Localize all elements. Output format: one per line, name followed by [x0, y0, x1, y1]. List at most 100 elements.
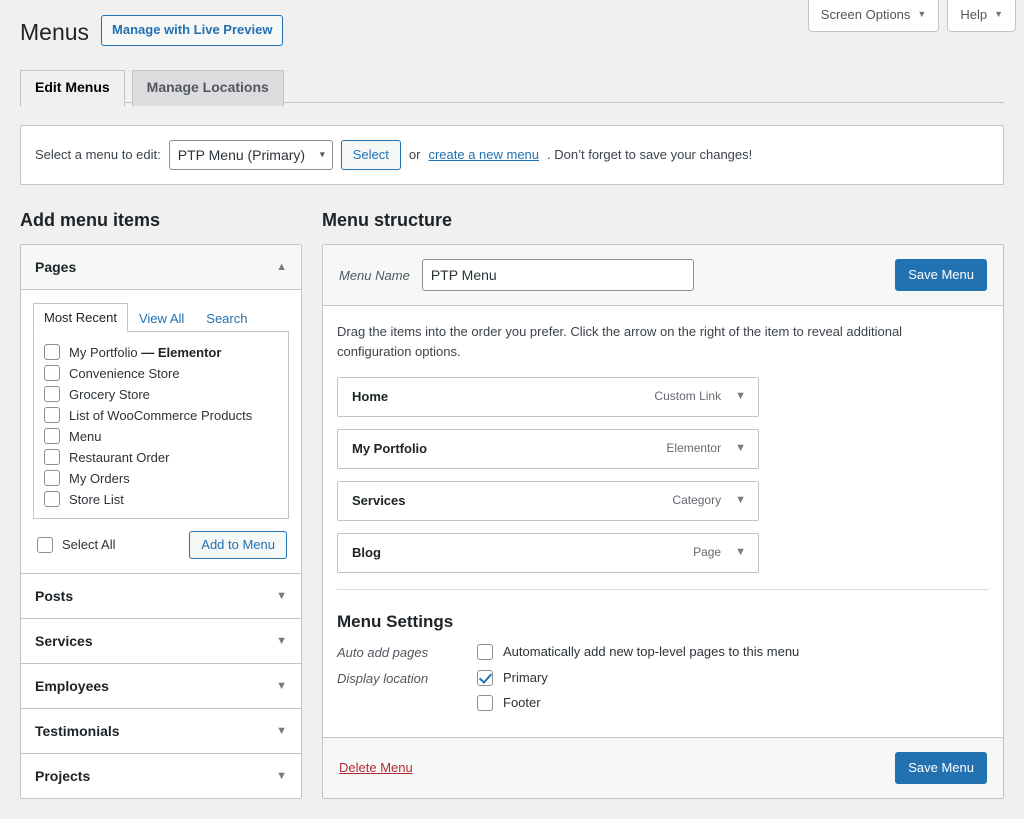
auto-add-pages-label: Auto add pages	[337, 644, 429, 660]
chevron-down-icon[interactable]: ▼	[276, 680, 287, 692]
list-item[interactable]: Menu	[42, 426, 280, 447]
menu-items-list: Home Custom Link ▼ My Portfolio Elemento…	[337, 376, 989, 573]
services-panel: Services ▼	[21, 619, 301, 665]
create-a-new-menu-link[interactable]: create a new menu	[428, 147, 539, 162]
chevron-down-icon[interactable]: ▼	[735, 546, 746, 558]
chevron-down-icon[interactable]: ▼	[735, 390, 746, 402]
pages-panel-header[interactable]: Pages ▲	[21, 245, 301, 291]
menu-item-title: Blog	[352, 544, 381, 560]
posts-panel-title: Posts	[35, 588, 74, 605]
testimonials-panel: Testimonials ▼	[21, 709, 301, 755]
page-label: Convenience Store	[69, 365, 180, 381]
menu-name-label: Menu Name	[339, 267, 410, 283]
services-panel-header[interactable]: Services ▼	[21, 619, 301, 663]
checkbox-icon[interactable]	[44, 386, 60, 403]
menu-structure-panel: Menu Name Save Menu Drag the items into …	[322, 244, 1004, 799]
checkbox-icon[interactable]	[44, 491, 60, 508]
checkbox-icon[interactable]	[44, 428, 60, 445]
list-item[interactable]: My Portfolio — Elementor	[42, 342, 280, 363]
checkbox-icon[interactable]	[44, 407, 60, 424]
menu-select-dropdown[interactable]: PTP Menu (Primary)	[168, 139, 333, 170]
location-footer-label: Footer	[503, 695, 541, 711]
list-item[interactable]: Store List	[42, 489, 280, 510]
chevron-up-icon[interactable]: ▲	[276, 261, 287, 273]
save-menu-button-bottom[interactable]: Save Menu	[895, 751, 987, 784]
chevron-down-icon[interactable]: ▼	[735, 494, 746, 506]
pages-tab-search[interactable]: Search	[195, 304, 258, 332]
auto-add-pages-row: Auto add pages Automatically add new top…	[337, 643, 989, 660]
menu-structure-column: Menu structure Menu Name Save Menu Drag …	[322, 185, 1004, 799]
pages-tab-most-recent[interactable]: Most Recent	[33, 303, 128, 333]
add-to-menu-button[interactable]: Add to Menu	[189, 531, 287, 560]
list-item[interactable]: List of WooCommerce Products	[42, 405, 280, 426]
checkbox-icon[interactable]	[477, 643, 493, 660]
chevron-down-icon[interactable]: ▼	[276, 725, 287, 737]
list-item[interactable]: Grocery Store	[42, 384, 280, 405]
save-menu-button-top[interactable]: Save Menu	[895, 259, 987, 292]
list-item[interactable]: Restaurant Order	[42, 447, 280, 468]
menu-select-bar: Select a menu to edit: PTP Menu (Primary…	[20, 124, 1004, 185]
chevron-down-icon[interactable]: ▼	[735, 442, 746, 454]
menu-structure-heading: Menu structure	[322, 209, 453, 230]
checkbox-icon[interactable]	[37, 536, 53, 553]
select-all-label: Select All	[62, 537, 116, 553]
menu-item-type: Custom Link	[654, 389, 722, 404]
location-option-primary[interactable]: Primary	[477, 669, 548, 686]
or-text: or	[408, 147, 421, 163]
menu-item-type: Page	[693, 545, 722, 560]
content-columns: Add menu items Pages ▲ Most Recent View …	[20, 185, 1004, 800]
checkbox-checked-icon[interactable]	[477, 669, 493, 686]
select-menu-label: Select a menu to edit:	[35, 147, 161, 163]
chevron-down-icon: ▼	[994, 9, 1003, 20]
location-option-footer[interactable]: Footer	[477, 694, 548, 711]
menu-settings-title: Menu Settings	[337, 611, 454, 631]
menu-item-row[interactable]: Home Custom Link ▼	[337, 376, 759, 417]
add-menu-items-accordion: Pages ▲ Most Recent View All Search My P…	[20, 244, 302, 800]
testimonials-panel-title: Testimonials	[35, 723, 120, 740]
pages-tab-view-all[interactable]: View All	[128, 304, 195, 332]
menu-item-type: Category	[672, 493, 722, 508]
checkbox-icon[interactable]	[44, 470, 60, 487]
display-location-options: Primary Footer	[477, 669, 548, 711]
checkbox-icon[interactable]	[477, 694, 493, 711]
tab-manage-locations[interactable]: Manage Locations	[131, 69, 284, 106]
chevron-down-icon[interactable]: ▼	[276, 635, 287, 647]
screen-options-button[interactable]: Screen Options ▼	[807, 0, 940, 32]
auto-add-pages-option[interactable]: Automatically add new top-level pages to…	[477, 643, 799, 660]
select-all-checkbox-row[interactable]: Select All	[35, 535, 115, 556]
menu-item-row[interactable]: My Portfolio Elementor ▼	[337, 428, 759, 469]
chevron-down-icon[interactable]: ▼	[276, 770, 287, 782]
manage-with-live-preview-button[interactable]: Manage with Live Preview	[101, 15, 284, 46]
menu-settings-section: Menu Settings Auto add pages Automatical…	[337, 588, 989, 711]
checkbox-icon[interactable]	[44, 449, 60, 466]
display-location-label: Display location	[337, 670, 429, 686]
page-label: Grocery Store	[69, 386, 150, 402]
page-label: My Orders	[69, 470, 130, 486]
menu-item-row[interactable]: Services Category ▼	[337, 480, 759, 521]
page-label: Restaurant Order	[69, 449, 170, 465]
menu-item-row[interactable]: Blog Page ▼	[337, 532, 759, 573]
chevron-down-icon: ▼	[917, 9, 927, 20]
checkbox-icon[interactable]	[44, 365, 60, 382]
delete-menu-link[interactable]: Delete Menu	[339, 760, 413, 775]
testimonials-panel-header[interactable]: Testimonials ▼	[21, 709, 301, 753]
projects-panel-title: Projects	[35, 768, 91, 785]
checkbox-icon[interactable]	[44, 344, 60, 361]
menu-name-input[interactable]	[421, 259, 694, 292]
employees-panel-header[interactable]: Employees ▼	[21, 664, 301, 708]
help-label: Help	[960, 7, 988, 22]
tab-edit-menus[interactable]: Edit Menus	[20, 69, 125, 107]
auto-add-options: Automatically add new top-level pages to…	[477, 643, 799, 660]
chevron-down-icon[interactable]: ▼	[276, 590, 287, 602]
posts-panel-header[interactable]: Posts ▼	[21, 574, 301, 618]
projects-panel: Projects ▼	[21, 754, 301, 798]
help-button[interactable]: Help ▼	[947, 0, 1016, 32]
list-item[interactable]: Convenience Store	[42, 363, 280, 384]
projects-panel-header[interactable]: Projects ▼	[21, 754, 301, 798]
pages-checkbox-list[interactable]: My Portfolio — Elementor Convenience Sto…	[33, 332, 289, 520]
list-item[interactable]: My Orders	[42, 468, 280, 489]
pages-tabs: Most Recent View All Search	[33, 302, 289, 333]
select-button[interactable]: Select	[340, 139, 401, 170]
display-location-row: Display location Primary Footer	[337, 669, 989, 711]
employees-panel-title: Employees	[35, 678, 109, 695]
